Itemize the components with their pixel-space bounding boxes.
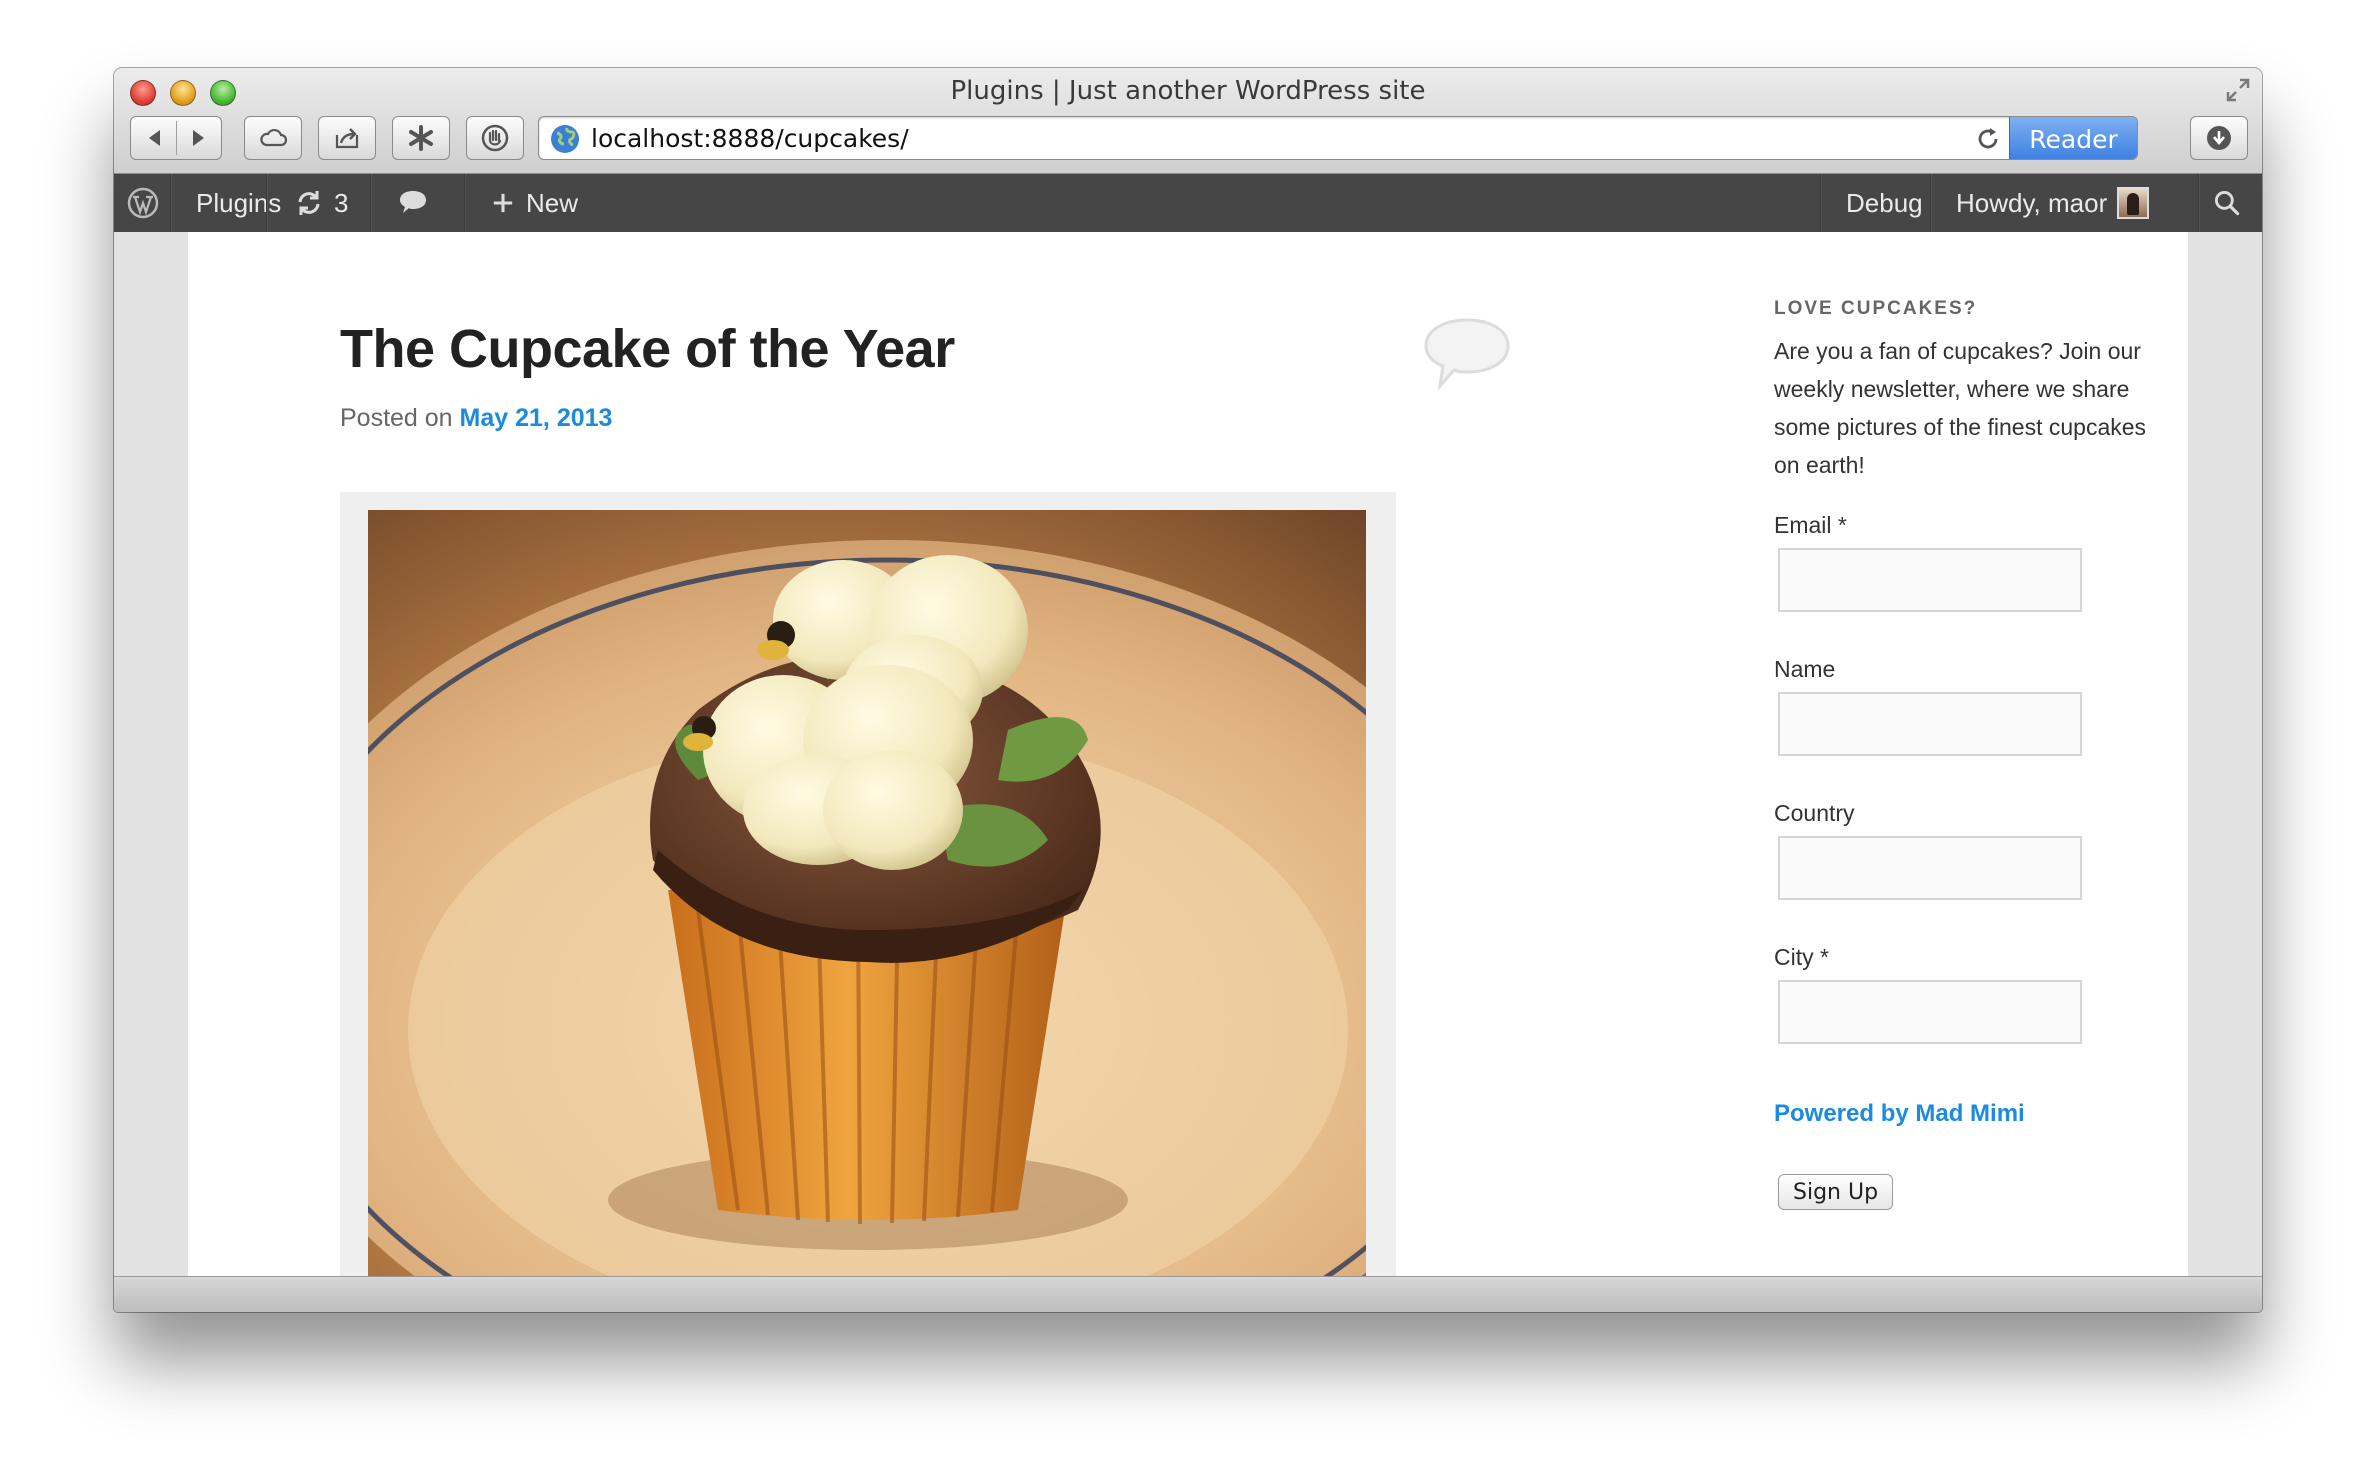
- reload-icon[interactable]: [1973, 124, 2003, 154]
- window-title: Plugins | Just another WordPress site: [950, 76, 1426, 106]
- email-field[interactable]: [1778, 548, 2082, 612]
- plus-icon: [493, 193, 513, 213]
- icloud-tabs-button[interactable]: [244, 116, 302, 160]
- download-icon: [2207, 126, 2231, 150]
- debug-label: Debug: [1846, 187, 1923, 218]
- avatar: [2117, 187, 2150, 219]
- wp-logo-menu[interactable]: [114, 174, 176, 232]
- browser-window: Plugins | Just another WordPress site lo…: [114, 68, 2262, 1312]
- reader-button[interactable]: Reader: [2009, 117, 2137, 159]
- divider: [175, 121, 177, 155]
- back-forward-buttons: [130, 116, 222, 160]
- posted-on-label: Posted on: [340, 404, 453, 432]
- browser-toolbar: Plugins | Just another WordPress site lo…: [114, 68, 2262, 174]
- name-field[interactable]: [1778, 692, 2082, 756]
- search-icon: [2215, 191, 2240, 216]
- wordpress-logo-icon: [127, 187, 159, 219]
- updates-icon: [298, 191, 320, 215]
- wp-admin-bar: Plugins 3 New Debug Howdy, maor: [114, 174, 2262, 232]
- url-text[interactable]: localhost:8888/cupcakes/: [591, 124, 909, 153]
- city-label: City *: [1774, 944, 1829, 970]
- widget-description: Are you a fan of cupcakes? Join our week…: [1774, 332, 2174, 484]
- howdy-label: Howdy, maor: [1956, 187, 2108, 218]
- post-meta: Posted on May 21, 2013: [340, 404, 612, 433]
- comment-bubble-icon[interactable]: [1422, 316, 1512, 392]
- forward-icon[interactable]: [183, 123, 213, 153]
- asterisk-icon: [409, 125, 433, 151]
- my-account-menu[interactable]: Howdy, maor: [1932, 174, 2173, 232]
- globe-icon: [551, 125, 579, 153]
- country-field[interactable]: [1778, 836, 2082, 900]
- extension-button[interactable]: [392, 116, 450, 160]
- share-button[interactable]: [318, 116, 376, 160]
- new-label: New: [526, 187, 579, 218]
- sign-up-button[interactable]: Sign Up: [1778, 1174, 1894, 1210]
- name-label: Name: [1774, 656, 1836, 682]
- cloud-icon: [260, 128, 288, 147]
- comment-bubble-icon: [400, 191, 426, 213]
- share-icon: [335, 128, 359, 149]
- new-content-menu[interactable]: New: [466, 174, 602, 232]
- post-title[interactable]: The Cupcake of the Year: [340, 318, 955, 380]
- featured-image-frame: [340, 492, 1396, 1292]
- description-line: Are you a fan of cupcakes? Join our: [1774, 338, 2141, 364]
- status-bar: [114, 1276, 2262, 1312]
- fullscreen-icon[interactable]: [2224, 76, 2252, 104]
- updates-menu[interactable]: 3: [268, 174, 372, 232]
- debug-menu[interactable]: Debug: [1822, 174, 1947, 232]
- description-line: on earth!: [1774, 452, 1865, 478]
- admin-search[interactable]: [2200, 174, 2254, 232]
- adblock-button[interactable]: [466, 116, 524, 160]
- address-bar[interactable]: localhost:8888/cupcakes/ Reader: [538, 116, 2138, 160]
- description-line: weekly newsletter, where we share: [1774, 376, 2130, 402]
- email-label: Email *: [1774, 512, 1847, 538]
- city-field[interactable]: [1778, 980, 2082, 1044]
- downloads-button[interactable]: [2190, 116, 2248, 160]
- country-label: Country: [1774, 800, 1855, 826]
- comments-menu[interactable]: [372, 174, 454, 232]
- cupcake-photo[interactable]: [368, 510, 1366, 1280]
- description-line: some pictures of the finest cupcakes: [1774, 414, 2147, 440]
- widget-title: LOVE CUPCAKES?: [1774, 298, 1978, 319]
- updates-count: 3: [334, 187, 349, 218]
- post-date-link[interactable]: May 21, 2013: [460, 404, 613, 432]
- powered-by-link[interactable]: Powered by Mad Mimi: [1774, 1100, 2025, 1128]
- page-content: The Cupcake of the Year Posted on May 21…: [188, 232, 2188, 1292]
- hand-stop-icon: [481, 124, 509, 152]
- back-icon[interactable]: [140, 123, 170, 153]
